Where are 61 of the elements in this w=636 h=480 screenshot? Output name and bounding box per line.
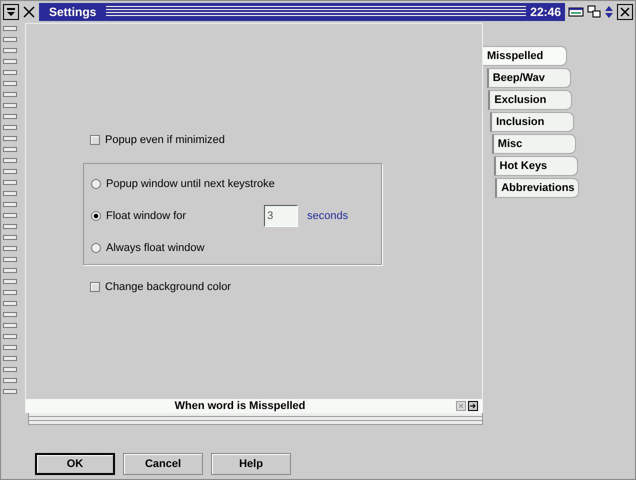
binding-ring-icon bbox=[3, 245, 17, 252]
notebook-tab[interactable]: Hot Keys bbox=[494, 156, 578, 176]
binding-ring-icon bbox=[3, 267, 17, 274]
binding-ring-icon bbox=[3, 146, 17, 153]
binding-ring-icon bbox=[3, 256, 17, 263]
notebook-tab[interactable]: Exclusion bbox=[488, 90, 572, 110]
binding-ring-icon bbox=[3, 168, 17, 175]
binding-ring-icon bbox=[3, 25, 17, 32]
dialog-button[interactable]: Cancel bbox=[123, 453, 203, 475]
binding-ring-icon bbox=[3, 190, 17, 197]
binding-ring-icon bbox=[3, 58, 17, 65]
dialog-button[interactable]: OK bbox=[35, 453, 115, 475]
binding-ring-icon bbox=[3, 80, 17, 87]
hide-icon[interactable] bbox=[568, 6, 584, 18]
seconds-field[interactable]: 3 bbox=[264, 205, 298, 227]
binding-ring-icon bbox=[3, 278, 17, 285]
notebook-tab[interactable]: Misc bbox=[492, 134, 576, 154]
close-icon[interactable] bbox=[22, 5, 36, 19]
binding-ring-icon bbox=[3, 91, 17, 98]
binding-ring-icon bbox=[3, 377, 17, 384]
binding-ring-icon bbox=[3, 212, 17, 219]
binding-ring-icon bbox=[3, 234, 17, 241]
binding-ring-icon bbox=[3, 223, 17, 230]
maximize-icon[interactable] bbox=[604, 5, 614, 19]
binding-ring-icon bbox=[3, 300, 17, 307]
binding-ring-icon bbox=[3, 157, 17, 164]
binding-ring-icon bbox=[3, 47, 17, 54]
notebook-tab[interactable]: Misspelled bbox=[483, 46, 567, 66]
binding-ring-icon bbox=[3, 124, 17, 131]
binding-ring-icon bbox=[3, 179, 17, 186]
window-title: Settings bbox=[48, 5, 98, 19]
binding-ring-icon bbox=[3, 135, 17, 142]
radio-button[interactable]: Always float window bbox=[91, 240, 204, 256]
binding-ring-icon bbox=[3, 344, 17, 351]
radio-button[interactable]: Popup window until next keystroke bbox=[91, 176, 275, 192]
windows-icon[interactable] bbox=[587, 5, 601, 19]
binding-ring-icon bbox=[3, 289, 17, 296]
clock: 22:46 bbox=[529, 5, 562, 19]
seconds-label: seconds bbox=[307, 210, 348, 222]
close-icon[interactable] bbox=[617, 4, 633, 20]
binding-ring-icon bbox=[3, 333, 17, 340]
binding-ring-icon bbox=[3, 113, 17, 120]
radio-button[interactable]: Float window for bbox=[91, 208, 186, 224]
binding-ring-icon bbox=[3, 322, 17, 329]
binding-ring-icon bbox=[3, 201, 17, 208]
binding-ring-icon bbox=[3, 388, 17, 395]
system-menu-icon[interactable] bbox=[3, 4, 19, 20]
notebook-tab[interactable]: Beep/Wav bbox=[486, 68, 571, 88]
binding-ring-icon bbox=[3, 69, 17, 76]
notebook-tab[interactable]: Abbreviations bbox=[495, 178, 580, 198]
popup-checkbox[interactable]: Popup even if minimized bbox=[90, 132, 482, 148]
next-page-icon[interactable] bbox=[468, 401, 478, 411]
binding-ring-icon bbox=[3, 102, 17, 109]
binding-ring-icon bbox=[3, 366, 17, 373]
binding-ring-icon bbox=[3, 311, 17, 318]
binding-ring-icon bbox=[3, 355, 17, 362]
background-checkbox[interactable]: Change background color bbox=[90, 279, 482, 295]
notebook-tab[interactable]: Inclusion bbox=[490, 112, 574, 132]
dialog-button[interactable]: Help bbox=[211, 453, 291, 475]
page-status: When word is Misspelled bbox=[174, 400, 306, 412]
binding-ring-icon bbox=[3, 36, 17, 43]
